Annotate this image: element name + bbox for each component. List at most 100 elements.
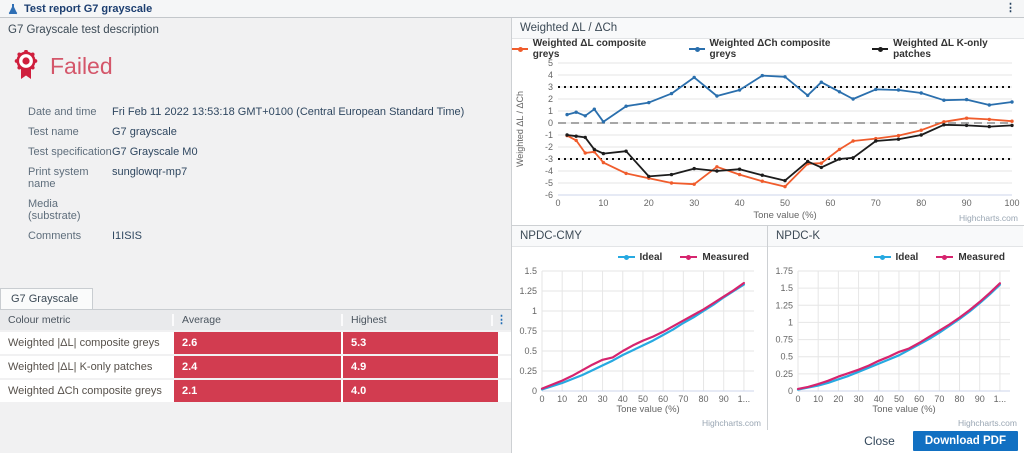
- column-header-average: Average: [172, 314, 341, 326]
- test-status: Failed: [12, 50, 511, 82]
- field-value: G7 Grayscale M0: [112, 146, 198, 158]
- svg-text:0.75: 0.75: [519, 326, 537, 336]
- field-value: sunglowqr-mp7: [112, 166, 187, 190]
- svg-text:10: 10: [598, 198, 608, 208]
- npdc-k-chart: 00.250.50.7511.251.51.750102030405060708…: [768, 267, 1018, 417]
- svg-text:30: 30: [598, 394, 608, 404]
- svg-text:1...: 1...: [738, 394, 751, 404]
- chart-panel-title: Weighted ΔL / ΔCh: [512, 18, 1024, 39]
- highcharts-credits: Highcharts.com: [958, 418, 1017, 428]
- legend-marker: [618, 256, 635, 258]
- svg-text:80: 80: [916, 198, 926, 208]
- chart-panel-title: NPDC-K: [768, 226, 1023, 247]
- average-cell-fail: 2.1: [174, 380, 341, 402]
- flask-icon: [8, 3, 18, 15]
- field-value: Fri Feb 11 2022 13:53:18 GMT+0100 (Centr…: [112, 106, 464, 118]
- svg-text:50: 50: [638, 394, 648, 404]
- legend-marker: [689, 48, 705, 50]
- svg-text:50: 50: [894, 394, 904, 404]
- field-row: Date and time Fri Feb 11 2022 13:53:18 G…: [28, 106, 511, 118]
- table-row: Weighted ΔCh composite greys 2.1 4.0: [0, 380, 511, 402]
- svg-text:90: 90: [962, 198, 972, 208]
- svg-text:-4: -4: [545, 166, 553, 176]
- field-label: Print system name: [28, 166, 112, 190]
- legend-label: Ideal: [896, 252, 919, 263]
- legend-item[interactable]: Measured: [680, 252, 749, 263]
- column-kebab-menu-icon[interactable]: ⋮: [496, 315, 507, 326]
- svg-text:0.75: 0.75: [775, 335, 793, 345]
- svg-text:1.25: 1.25: [775, 300, 793, 310]
- svg-text:1: 1: [532, 306, 537, 316]
- highest-cell-fail: 4.9: [343, 356, 498, 378]
- legend-item[interactable]: Ideal: [874, 252, 919, 263]
- test-description-panel: G7 Grayscale test description Failed: [0, 18, 512, 453]
- status-text: Failed: [50, 53, 113, 80]
- field-row: Print system name sunglowqr-mp7: [28, 166, 511, 190]
- table-row: Weighted |ΔL| composite greys 2.6 5.3: [0, 332, 511, 354]
- svg-text:20: 20: [833, 394, 843, 404]
- svg-text:0.25: 0.25: [519, 366, 537, 376]
- svg-text:0: 0: [532, 386, 537, 396]
- svg-text:Tone value (%): Tone value (%): [616, 404, 679, 415]
- svg-text:0.5: 0.5: [780, 352, 793, 362]
- close-button[interactable]: Close: [864, 434, 895, 448]
- svg-text:-6: -6: [545, 190, 553, 200]
- download-pdf-button[interactable]: Download PDF: [913, 431, 1018, 451]
- svg-text:0: 0: [555, 198, 560, 208]
- legend-label: Weighted ΔCh composite greys: [710, 38, 849, 60]
- svg-text:80: 80: [699, 394, 709, 404]
- svg-text:100: 100: [1004, 198, 1019, 208]
- svg-text:1: 1: [548, 106, 553, 116]
- legend-item[interactable]: Weighted ΔL composite greys: [512, 38, 665, 60]
- column-header-highest: Highest: [341, 314, 491, 326]
- failed-rosette-icon: [12, 50, 40, 82]
- average-cell-fail: 2.6: [174, 332, 341, 354]
- field-row: Media (substrate): [28, 198, 511, 222]
- weighted-dl-dch-panel: Weighted ΔL / ΔCh Weighted ΔL composite …: [512, 18, 1024, 226]
- svg-text:Weighted ΔL / ΔCh: Weighted ΔL / ΔCh: [515, 91, 525, 167]
- row-filler: [498, 332, 511, 354]
- svg-text:5: 5: [548, 59, 553, 68]
- svg-text:0: 0: [795, 394, 800, 404]
- svg-text:3: 3: [548, 82, 553, 92]
- svg-text:20: 20: [644, 198, 654, 208]
- svg-text:70: 70: [678, 394, 688, 404]
- svg-text:60: 60: [825, 198, 835, 208]
- legend-item[interactable]: Measured: [936, 252, 1005, 263]
- chart-legend: Weighted ΔL composite greys Weighted ΔCh …: [512, 39, 1024, 59]
- kebab-menu-icon[interactable]: ⋮: [1005, 3, 1016, 14]
- dialog-footer: Close Download PDF: [512, 430, 1024, 452]
- legend-marker: [874, 256, 891, 258]
- chart-legend: Ideal Measured: [768, 247, 1023, 267]
- svg-text:80: 80: [955, 394, 965, 404]
- svg-text:Tone value (%): Tone value (%): [753, 210, 816, 221]
- highest-cell-fail: 5.3: [343, 332, 498, 354]
- results-table: Colour metric Average Highest ⋮ Weighted…: [0, 310, 511, 402]
- field-label: Comments: [28, 230, 112, 242]
- chart-legend: Ideal Measured: [512, 247, 767, 267]
- svg-text:1.75: 1.75: [775, 267, 793, 276]
- legend-item[interactable]: Weighted ΔL K-only patches: [872, 38, 1018, 60]
- column-header-colour-metric: Colour metric: [0, 314, 172, 326]
- legend-item[interactable]: Weighted ΔCh composite greys: [689, 38, 849, 60]
- field-row: Test name G7 grayscale: [28, 126, 511, 138]
- svg-text:60: 60: [658, 394, 668, 404]
- legend-item[interactable]: Ideal: [618, 252, 663, 263]
- legend-marker: [680, 256, 697, 258]
- svg-text:Tone value (%): Tone value (%): [872, 404, 935, 415]
- svg-text:1: 1: [788, 317, 793, 327]
- svg-text:90: 90: [719, 394, 729, 404]
- tab-g7-grayscale[interactable]: G7 Grayscale: [0, 288, 93, 309]
- svg-text:2: 2: [548, 94, 553, 104]
- highcharts-credits: Highcharts.com: [959, 213, 1018, 223]
- svg-text:30: 30: [854, 394, 864, 404]
- dialog-title-bar: Test report G7 grayscale ⋮: [0, 0, 1024, 18]
- npdc-k-panel: NPDC-K IdealMeasured 00.250.50.7511.251.…: [767, 226, 1023, 430]
- table-header-row: Colour metric Average Highest ⋮: [0, 310, 511, 330]
- table-row: Weighted |ΔL| K-only patches 2.4 4.9: [0, 356, 511, 378]
- svg-text:30: 30: [689, 198, 699, 208]
- svg-text:40: 40: [874, 394, 884, 404]
- legend-label: Measured: [958, 252, 1005, 263]
- npdc-cmy-chart: 00.250.50.7511.251.501020304050607080901…: [512, 267, 762, 417]
- svg-text:0.5: 0.5: [524, 346, 537, 356]
